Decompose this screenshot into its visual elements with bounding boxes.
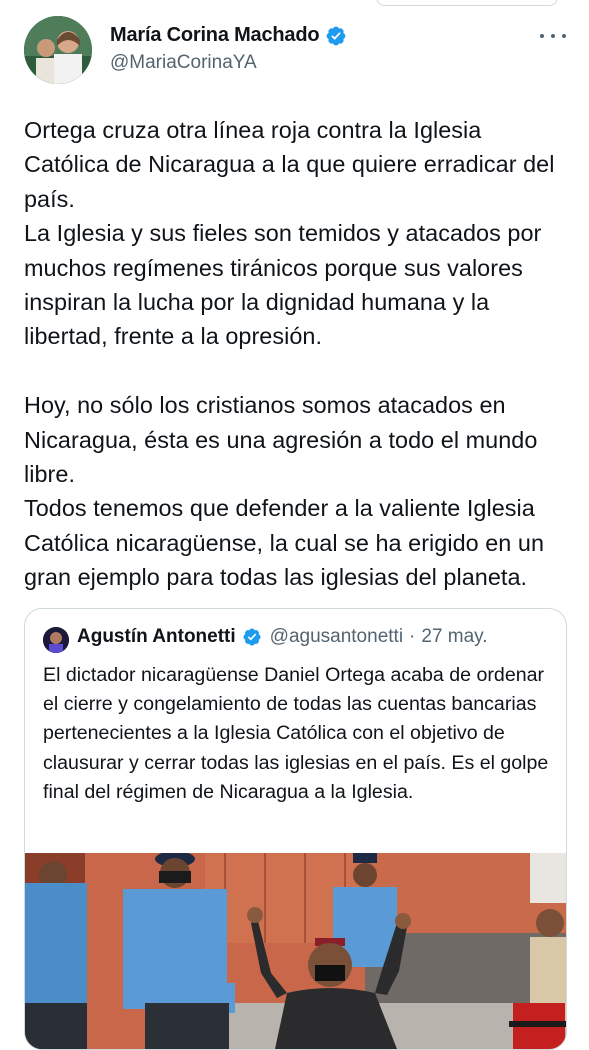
more-options-icon[interactable] (540, 26, 566, 46)
tweet-text: Ortega cruza otra línea roja contra la I… (24, 117, 555, 591)
author-name[interactable]: María Corina Machado (110, 24, 320, 47)
avatar-photo (24, 16, 92, 84)
quoted-date[interactable]: 27 may. (421, 626, 487, 648)
photo-scene (25, 851, 566, 1049)
quoted-tweet-text: El dictador nicaragüense Daniel Ortega a… (43, 664, 549, 803)
quoted-author-name[interactable]: Agustín Antonetti (77, 626, 236, 648)
quoted-avatar[interactable] (43, 627, 69, 653)
top-partial-button[interactable] (376, 0, 558, 6)
quoted-author-handle[interactable]: @agusantonetti (270, 626, 403, 648)
quoted-tweet-card[interactable]: Agustín Antonetti @agusantonetti · 27 ma… (24, 608, 567, 1050)
author-handle[interactable]: @MariaCorinaYA (110, 52, 257, 74)
dot-separator: · (409, 626, 416, 647)
verified-badge-icon (325, 25, 347, 47)
verified-badge-icon (242, 627, 262, 647)
avatar[interactable] (24, 16, 92, 84)
quoted-media-image[interactable] (25, 851, 566, 1049)
